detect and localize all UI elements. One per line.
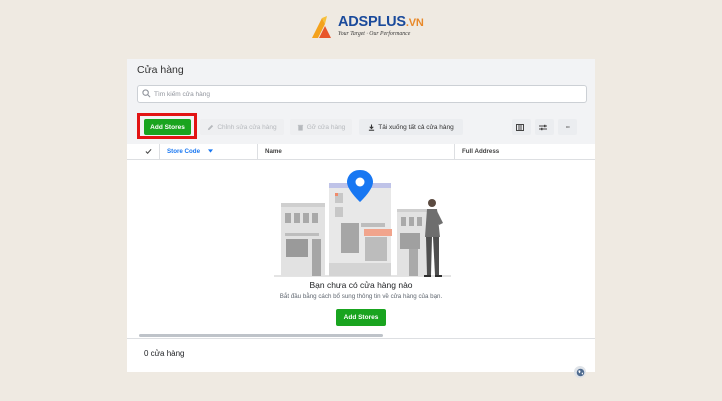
search-input[interactable] — [154, 86, 574, 102]
filter-sliders-icon — [539, 124, 547, 130]
trash-icon — [297, 124, 303, 131]
column-header-full-address[interactable]: Full Address — [462, 148, 499, 155]
checkmark-icon[interactable] — [145, 148, 152, 155]
logo-brand: ADSPLUS.VN — [338, 14, 424, 30]
more-button[interactable]: ··· — [558, 119, 577, 135]
empty-add-stores-button[interactable]: Add Stores — [336, 309, 386, 326]
page-title: Cửa hàng — [137, 64, 184, 76]
filter-button[interactable] — [535, 119, 554, 135]
empty-state-title: Bạn chưa có cửa hàng nào — [309, 280, 413, 290]
logo-icon — [312, 16, 331, 38]
sort-caret-icon — [207, 149, 213, 153]
store-code-label: Store Code — [167, 148, 201, 155]
horizontal-scrollbar[interactable] — [139, 334, 383, 337]
empty-state-subtitle: Bắt đầu bằng cách bổ sung thông tin về c… — [279, 293, 443, 300]
download-all-label: Tải xuống tất cả cửa hàng — [378, 123, 454, 131]
store-count: 0 cửa hàng — [144, 349, 185, 358]
remove-store-label: Gỡ cửa hàng — [306, 123, 346, 131]
stores-panel: Cửa hàng Add Stores Chỉnh sửa cửa hàng G… — [127, 59, 595, 372]
globe-icon — [576, 368, 584, 376]
edit-store-label: Chỉnh sửa cửa hàng — [217, 123, 277, 131]
column-header-store-code[interactable]: Store Code — [167, 148, 213, 155]
table-header: Store Code Name Full Address — [127, 144, 595, 160]
table-footer: 0 cửa hàng — [127, 338, 595, 372]
column-header-name[interactable]: Name — [265, 148, 282, 155]
logo-slogan: Your Target · Our Performance — [338, 31, 411, 37]
remove-store-button[interactable]: Gỡ cửa hàng — [290, 119, 352, 135]
columns-button[interactable] — [512, 119, 531, 135]
adsplus-logo: ADSPLUS.VN Your Target · Our Performance — [310, 14, 424, 40]
column-separator — [159, 144, 160, 159]
edit-store-button[interactable]: Chỉnh sửa cửa hàng — [200, 119, 284, 135]
toolbar: Add Stores Chỉnh sửa cửa hàng Gỡ cửa hàn… — [137, 113, 587, 139]
download-all-button[interactable]: Tải xuống tất cả cửa hàng — [359, 119, 463, 135]
empty-add-stores-label: Add Stores — [343, 314, 379, 321]
add-stores-label: Add Stores — [150, 123, 185, 131]
globe-button[interactable] — [574, 366, 586, 378]
search-box[interactable] — [137, 85, 587, 103]
columns-icon — [516, 123, 524, 131]
pencil-icon — [208, 124, 214, 130]
empty-stores-illustration — [274, 170, 451, 277]
add-stores-button[interactable]: Add Stores — [144, 119, 191, 135]
download-icon — [369, 123, 375, 131]
search-icon — [142, 89, 151, 98]
more-icon: ··· — [565, 123, 570, 131]
column-separator — [257, 144, 258, 159]
column-separator — [454, 144, 455, 159]
